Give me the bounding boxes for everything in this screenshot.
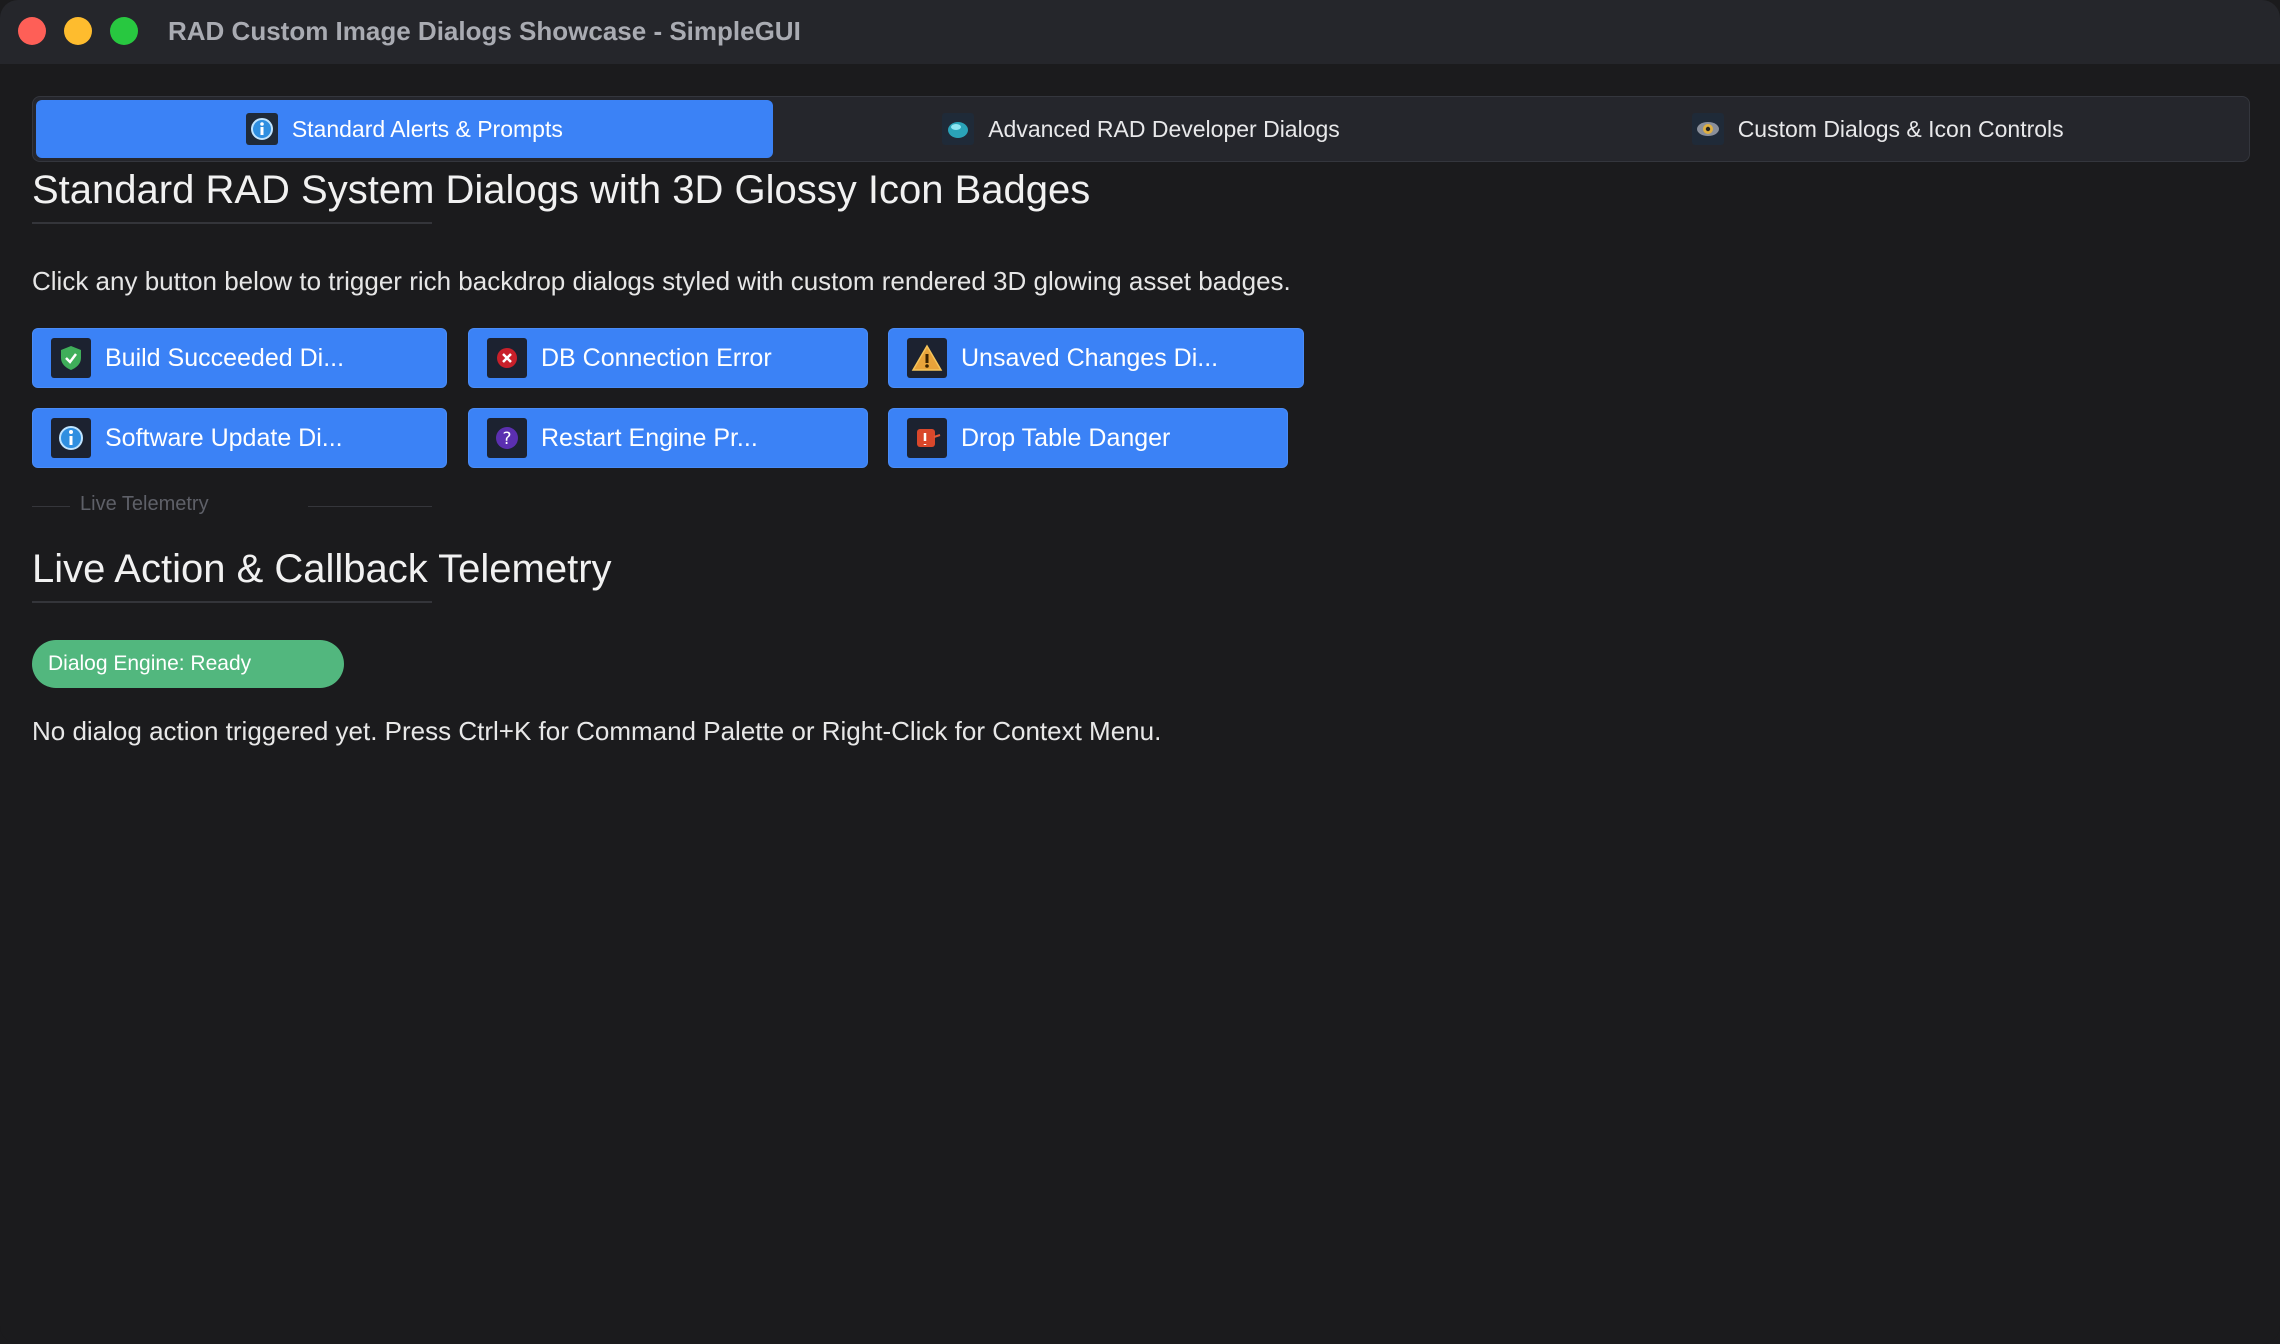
button-label: Software Update Di... — [105, 423, 343, 452]
close-window-button[interactable] — [18, 17, 46, 45]
button-label: Restart Engine Pr... — [541, 423, 758, 452]
maximize-window-button[interactable] — [110, 17, 138, 45]
telemetry-heading: Live Action & Callback Telemetry — [32, 547, 612, 591]
error-x-icon — [487, 338, 527, 378]
shield-check-icon — [51, 338, 91, 378]
separator-line-left — [32, 506, 70, 507]
window-title: RAD Custom Image Dialogs Showcase - Simp… — [168, 16, 801, 46]
button-label: Build Succeeded Di... — [105, 343, 345, 372]
separator-label: Live Telemetry — [80, 493, 209, 515]
heading-underline — [32, 222, 432, 224]
tab-label: Custom Dialogs & Icon Controls — [1737, 115, 2064, 142]
tab-custom-dialogs[interactable]: Custom Dialogs & Icon Controls — [1509, 100, 2246, 158]
tab-advanced-rad[interactable]: Advanced RAD Developer Dialogs — [773, 100, 1510, 158]
software-update-button[interactable]: Software Update Di... — [32, 408, 447, 468]
section-heading: Standard RAD System Dialogs with 3D Glos… — [32, 168, 1091, 212]
drop-table-danger-button[interactable]: Drop Table Danger — [888, 408, 1288, 468]
tab-bar: Standard Alerts & Prompts Advanced RAD D… — [32, 96, 2250, 162]
eye-icon — [1691, 113, 1724, 145]
status-badge: Dialog Engine: Ready — [32, 640, 344, 688]
button-label: Drop Table Danger — [961, 423, 1171, 452]
build-succeeded-button[interactable]: Build Succeeded Di... — [32, 328, 447, 388]
danger-icon — [907, 418, 947, 458]
svg-text:?: ? — [502, 429, 511, 449]
db-connection-error-button[interactable]: DB Connection Error — [468, 328, 868, 388]
section-description: Click any button below to trigger rich b… — [32, 266, 1291, 296]
info-badge-icon — [51, 418, 91, 458]
gem-icon — [942, 113, 975, 145]
button-label: DB Connection Error — [541, 343, 772, 372]
app-window: RAD Custom Image Dialogs Showcase - Simp… — [0, 0, 2280, 1344]
button-label: Unsaved Changes Di... — [961, 343, 1219, 372]
question-icon: ? — [487, 418, 527, 458]
warning-triangle-icon — [907, 338, 947, 378]
minimize-window-button[interactable] — [64, 17, 92, 45]
info-badge-icon — [245, 113, 278, 145]
tab-label: Standard Alerts & Prompts — [291, 115, 563, 142]
status-text: No dialog action triggered yet. Press Ct… — [32, 716, 1162, 746]
title-bar: RAD Custom Image Dialogs Showcase - Simp… — [0, 0, 2280, 64]
unsaved-changes-button[interactable]: Unsaved Changes Di... — [888, 328, 1304, 388]
tab-label: Advanced RAD Developer Dialogs — [988, 115, 1340, 142]
separator-line-right — [308, 506, 432, 507]
heading-underline — [32, 601, 432, 603]
tab-standard-alerts[interactable]: Standard Alerts & Prompts — [36, 100, 773, 158]
restart-engine-button[interactable]: ? Restart Engine Pr... — [468, 408, 868, 468]
